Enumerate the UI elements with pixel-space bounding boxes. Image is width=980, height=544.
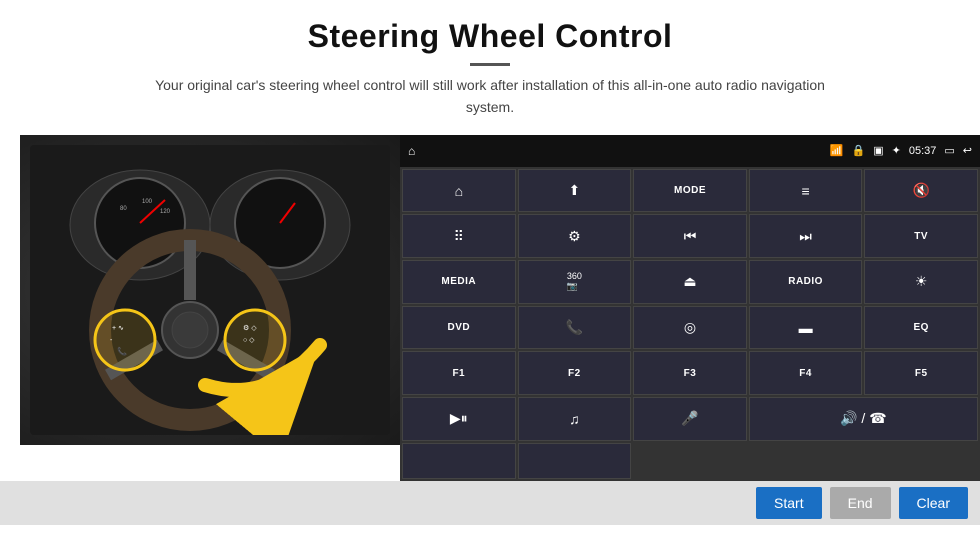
screen-icon: ▭	[944, 144, 954, 157]
music-icon: ♫	[569, 411, 580, 427]
grid-cell-f4[interactable]: F4	[749, 351, 863, 395]
android-panel: ⌂ 📶 🔒 ▣ ✦ 05:37 ▭ ↩ ⌂	[400, 135, 980, 481]
grid-cell-media[interactable]: MEDIA	[402, 260, 516, 304]
home-btn-icon: ⌂	[455, 183, 463, 199]
svg-text:⚙ ◇: ⚙ ◇	[243, 324, 257, 332]
f2-label: F2	[568, 368, 581, 379]
phone-icon: 📞	[566, 319, 583, 336]
grid-cell-next[interactable]: ⏭	[749, 214, 863, 258]
grid-cell-dvd[interactable]: DVD	[402, 306, 516, 350]
grid-cell-rect[interactable]: ▬	[749, 306, 863, 350]
header-section: Steering Wheel Control Your original car…	[0, 0, 980, 125]
f1-label: F1	[452, 368, 465, 379]
steering-wheel-bg: 80 100 120	[20, 135, 400, 445]
grid-cell-empty1	[402, 443, 516, 479]
svg-text:○ ◇: ○ ◇	[243, 337, 255, 344]
lock-icon: 🔒	[852, 144, 866, 157]
subtitle-text: Your original car's steering wheel contr…	[140, 74, 840, 119]
svg-text:100: 100	[142, 199, 153, 205]
grid-cell-tv[interactable]: TV	[864, 214, 978, 258]
vol-call-icon: 🔊 / ☎	[840, 410, 887, 427]
steering-wheel-image: 80 100 120	[20, 135, 400, 445]
sd-icon: ▣	[873, 144, 883, 157]
navi-icon: ◎	[684, 319, 696, 336]
grid-cell-music[interactable]: ♫	[518, 397, 632, 441]
grid-cell-settings[interactable]: ⚙	[518, 214, 632, 258]
mode-label: MODE	[674, 185, 706, 196]
nav-icon: ⬆	[569, 182, 581, 199]
grid-cell-prev[interactable]: ⏮	[633, 214, 747, 258]
grid-cell-list[interactable]: ≡	[749, 169, 863, 213]
wifi-icon: 📶	[830, 144, 844, 157]
tv-label: TV	[914, 231, 928, 242]
svg-text:📞: 📞	[117, 346, 127, 356]
media-label: MEDIA	[441, 276, 476, 287]
grid-cell-f3[interactable]: F3	[633, 351, 747, 395]
grid-cell-mute[interactable]: 🔇	[864, 169, 978, 213]
apps-icon: ⠿	[454, 228, 464, 245]
back-icon: ↩	[963, 144, 972, 157]
bluetooth-icon: ✦	[892, 144, 901, 157]
mic-icon: 🎤	[681, 410, 698, 427]
grid-cell-vol-call[interactable]: 🔊 / ☎	[749, 397, 978, 441]
grid-cell-eject[interactable]: ⏏	[633, 260, 747, 304]
grid-cell-phone[interactable]: 📞	[518, 306, 632, 350]
grid-cell-playpause[interactable]: ▶⏸	[402, 397, 516, 441]
grid-cell-f1[interactable]: F1	[402, 351, 516, 395]
grid-cell-nav[interactable]: ⬆	[518, 169, 632, 213]
android-statusbar: ⌂ 📶 🔒 ▣ ✦ 05:37 ▭ ↩	[400, 135, 980, 167]
bottom-bar: Start End Clear	[0, 481, 980, 525]
dvd-label: DVD	[447, 322, 470, 333]
clear-button[interactable]: Clear	[899, 487, 968, 519]
content-row: 80 100 120	[0, 135, 980, 481]
steering-wheel-svg: 80 100 120	[30, 145, 390, 435]
grid-cell-apps[interactable]: ⠿	[402, 214, 516, 258]
statusbar-right: 📶 🔒 ▣ ✦ 05:37 ▭ ↩	[830, 144, 972, 157]
next-icon: ⏭	[799, 228, 812, 245]
f3-label: F3	[684, 368, 697, 379]
svg-text:120: 120	[160, 209, 171, 215]
grid-cell-f5[interactable]: F5	[864, 351, 978, 395]
radio-label: RADIO	[788, 276, 823, 287]
eq-label: EQ	[913, 322, 928, 333]
android-grid: ⌂ ⬆ MODE ≡ 🔇 ⠿ ⚙	[400, 167, 980, 481]
grid-cell-empty2	[518, 443, 632, 479]
grid-cell-mode[interactable]: MODE	[633, 169, 747, 213]
time-display: 05:37	[909, 145, 937, 157]
prev-icon: ⏮	[684, 228, 697, 245]
grid-cell-home[interactable]: ⌂	[402, 169, 516, 213]
home-icon: ⌂	[408, 144, 415, 158]
settings-icon: ⚙	[568, 228, 581, 245]
svg-text:+ ∿: + ∿	[112, 325, 124, 332]
eject-icon: ⏏	[683, 273, 696, 290]
svg-text:80: 80	[120, 206, 127, 212]
statusbar-left: ⌂	[408, 144, 415, 158]
grid-cell-navi[interactable]: ◎	[633, 306, 747, 350]
list-icon: ≡	[802, 183, 810, 199]
grid-cell-brightness[interactable]: ☀	[864, 260, 978, 304]
page-container: Steering Wheel Control Your original car…	[0, 0, 980, 544]
f4-label: F4	[799, 368, 812, 379]
playpause-icon: ▶⏸	[450, 410, 468, 427]
f5-label: F5	[915, 368, 928, 379]
grid-cell-mic[interactable]: 🎤	[633, 397, 747, 441]
cam-icon: 360📷	[567, 271, 582, 292]
grid-cell-radio[interactable]: RADIO	[749, 260, 863, 304]
grid-cell-eq[interactable]: EQ	[864, 306, 978, 350]
start-button[interactable]: Start	[756, 487, 822, 519]
rect-icon: ▬	[799, 320, 813, 336]
end-button[interactable]: End	[830, 487, 891, 519]
grid-cell-cam[interactable]: 360📷	[518, 260, 632, 304]
grid-cell-f2[interactable]: F2	[518, 351, 632, 395]
page-title: Steering Wheel Control	[60, 18, 920, 55]
mute-icon: 🔇	[912, 182, 929, 199]
brightness-icon: ☀	[915, 273, 928, 290]
title-divider	[470, 63, 510, 66]
